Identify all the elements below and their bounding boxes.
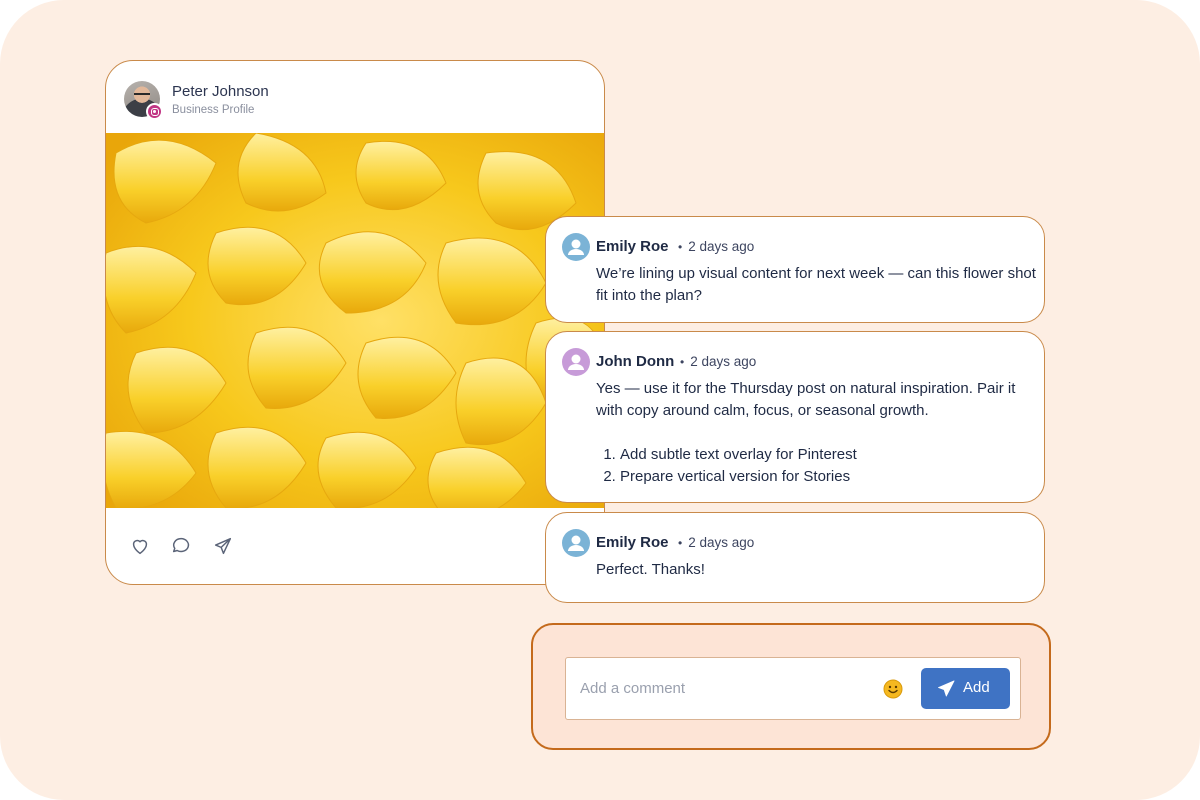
list-item: Add subtle text overlay for Pinterest	[620, 444, 1041, 466]
user-avatar-icon	[562, 233, 590, 261]
comment-composer-panel: Add	[531, 623, 1051, 750]
comment-text: We’re lining up visual content for next …	[596, 265, 1036, 304]
comment-text: Yes — use it for the Thursday post on na…	[596, 378, 1041, 488]
add-comment-button[interactable]: Add	[921, 668, 1010, 709]
post-actions-bar	[106, 508, 604, 584]
comment-time: • 2 days ago	[678, 239, 755, 254]
glasses-detail	[134, 93, 150, 97]
comment-icon[interactable]	[170, 535, 192, 557]
post-author-subtitle: Business Profile	[172, 104, 255, 116]
comment-time-text: 2 days ago	[688, 239, 755, 254]
comment-time: • 2 days ago	[678, 535, 755, 550]
instagram-icon	[146, 103, 163, 120]
social-post-card: Peter Johnson Business Profile	[105, 60, 605, 585]
comment-composer: Add	[565, 657, 1021, 720]
send-icon[interactable]	[212, 535, 234, 557]
comment-time-text: 2 days ago	[688, 535, 755, 550]
comment-author[interactable]: Emily Roe	[596, 238, 669, 255]
user-avatar-icon	[562, 529, 590, 557]
comment-task-list: Add subtle text overlay for Pinterest Pr…	[596, 444, 1041, 488]
post-image-flower	[106, 133, 604, 508]
comment-time: • 2 days ago	[680, 354, 757, 369]
user-avatar-icon	[562, 348, 590, 376]
smiley-emoji-icon[interactable]	[882, 678, 904, 700]
heart-icon[interactable]	[129, 535, 151, 557]
comment-card: Emily Roe • 2 days ago Perfect. Thanks!	[545, 512, 1045, 603]
comment-card: Emily Roe • 2 days ago We’re lining up vi…	[545, 216, 1045, 323]
paper-plane-icon	[938, 680, 955, 697]
app-canvas: Peter Johnson Business Profile Emily Roe…	[0, 0, 1200, 800]
comment-card: John Donn • 2 days ago Yes — use it for t…	[545, 331, 1045, 503]
post-author-name[interactable]: Peter Johnson	[172, 83, 269, 100]
instagram-dot	[153, 110, 156, 113]
add-button-label: Add	[963, 679, 990, 696]
comment-input[interactable]	[580, 658, 870, 719]
comment-paragraph: Yes — use it for the Thursday post on na…	[596, 380, 1016, 419]
post-header: Peter Johnson Business Profile	[106, 61, 604, 133]
comment-text: Perfect. Thanks!	[596, 561, 705, 578]
comment-author[interactable]: John Donn	[596, 353, 674, 370]
comment-time-text: 2 days ago	[690, 354, 757, 369]
comment-author[interactable]: Emily Roe	[596, 534, 669, 551]
list-item: Prepare vertical version for Stories	[620, 466, 1041, 488]
